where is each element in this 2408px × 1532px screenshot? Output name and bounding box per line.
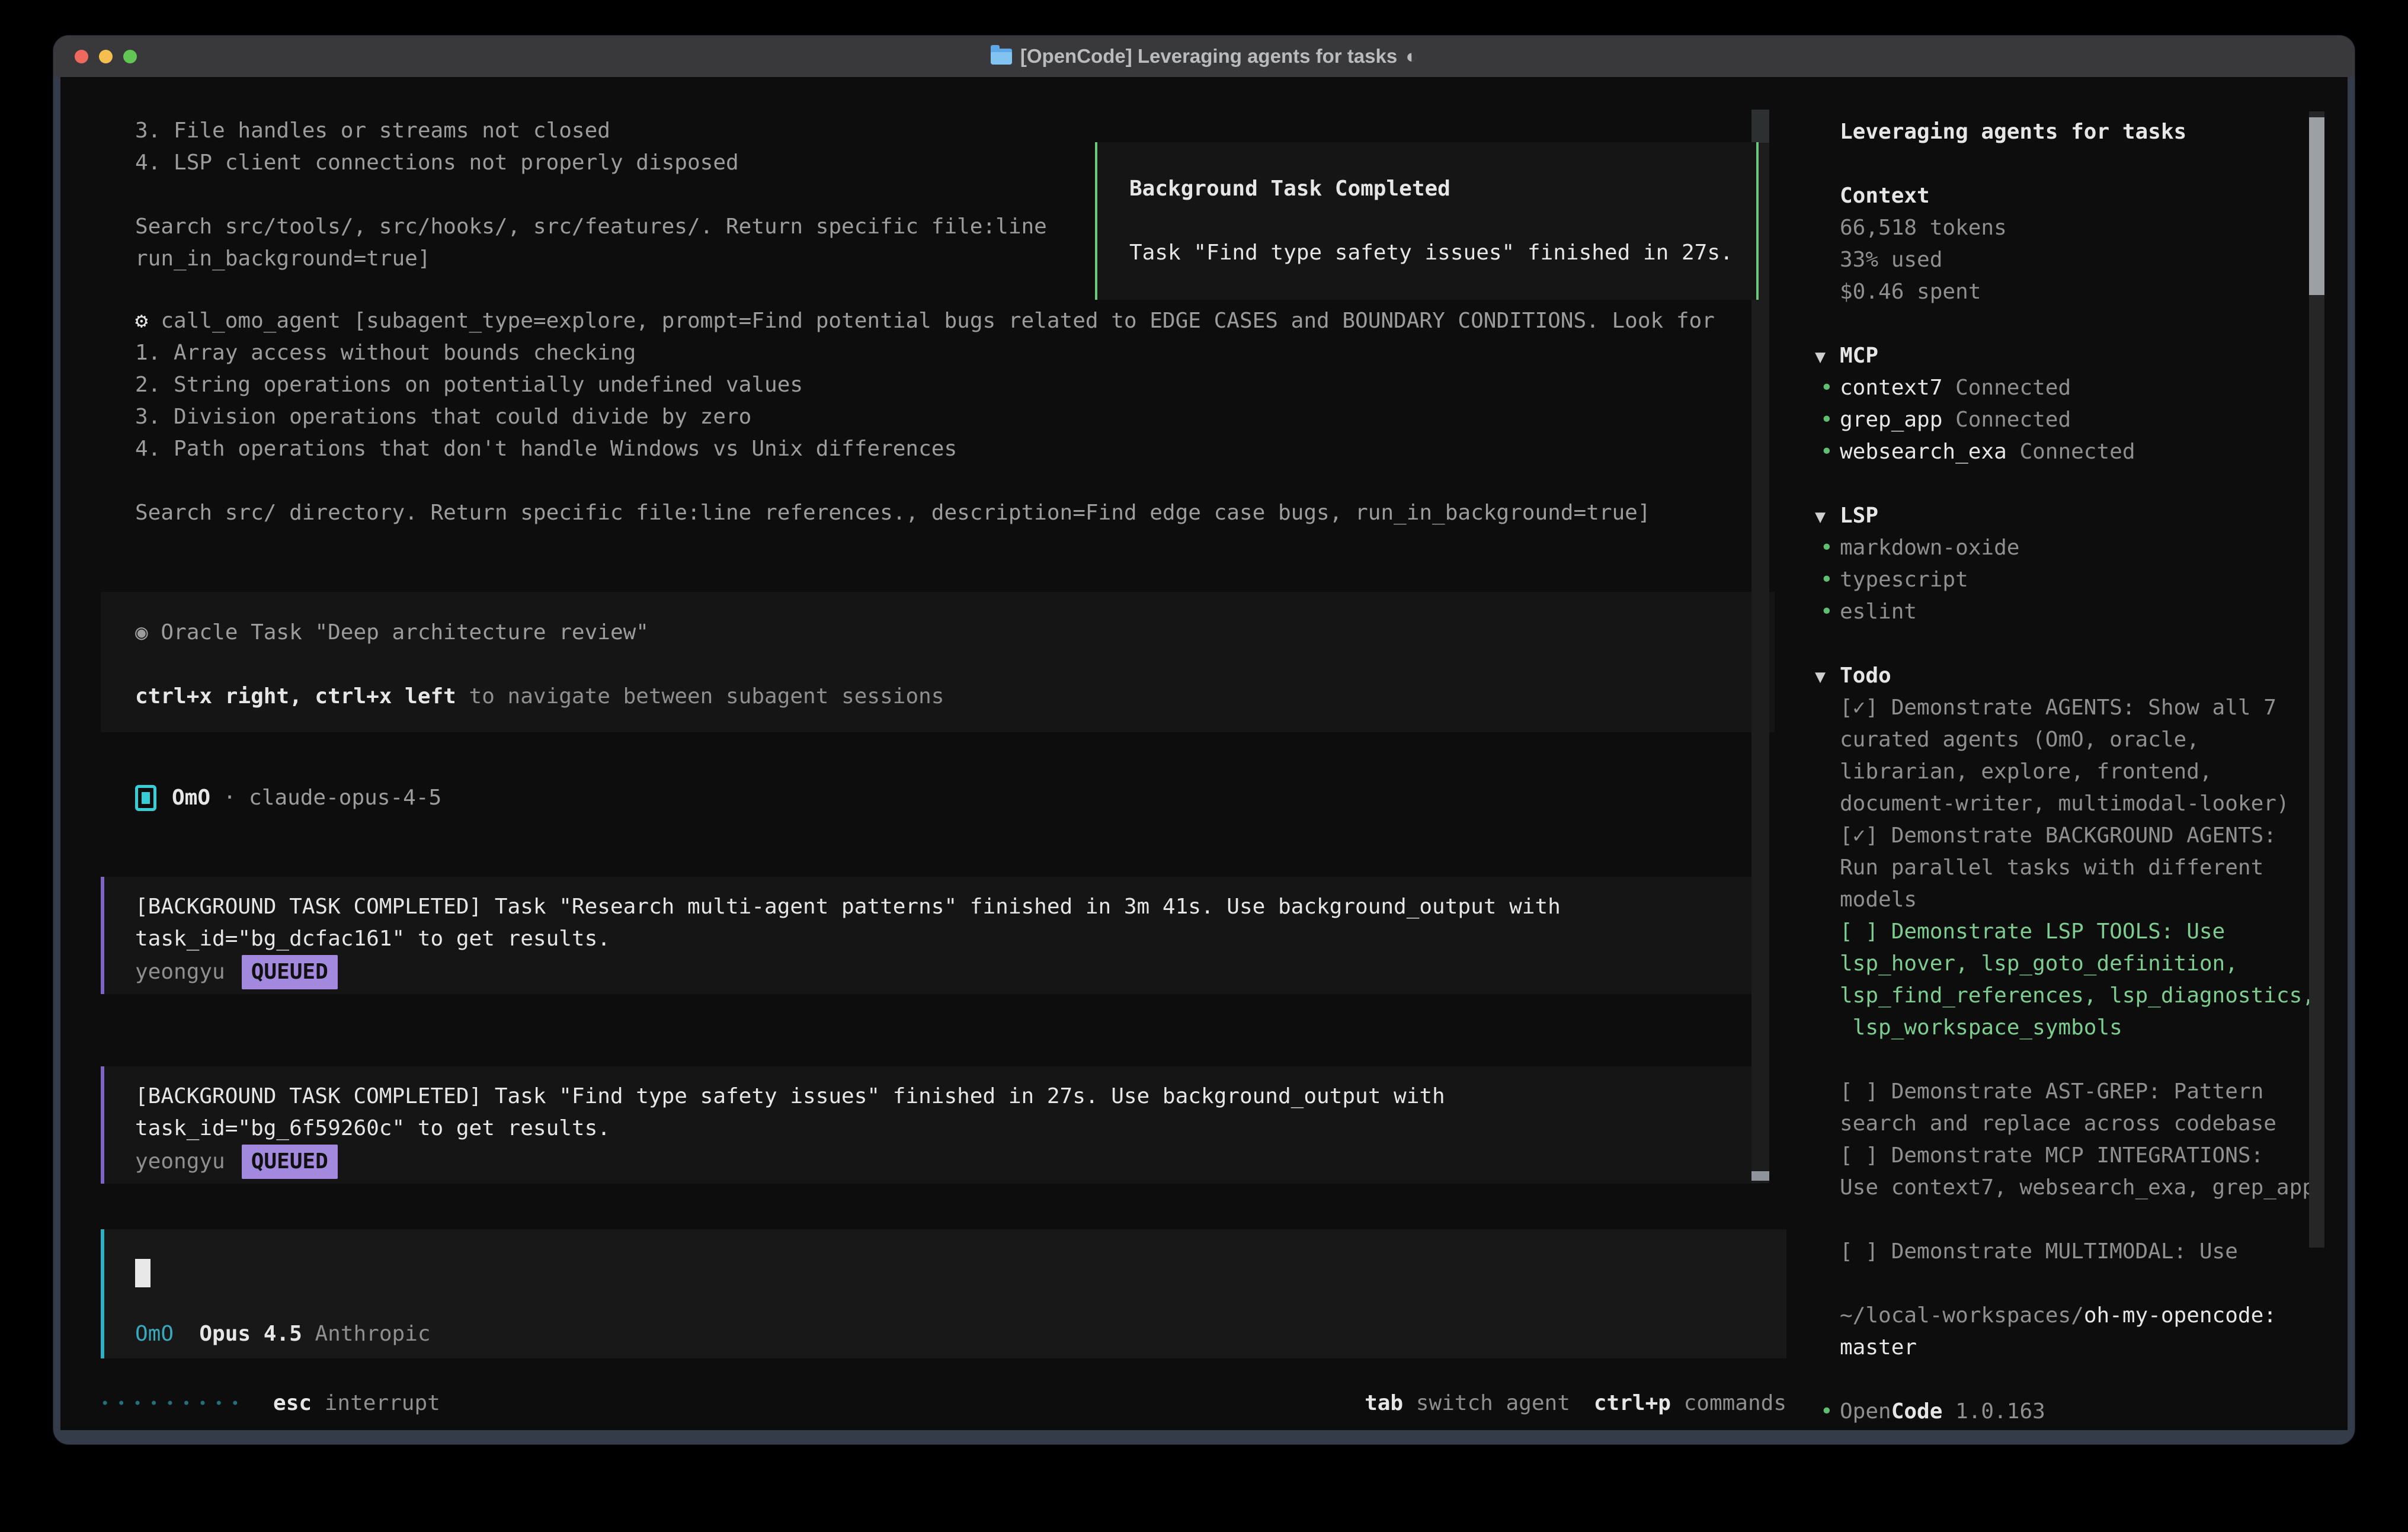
- esc-key-hint: esc: [273, 1391, 312, 1415]
- mcp-item: •context7 Connected: [1801, 372, 2323, 404]
- task-message-line2: task_id="bg_6f59260c" to get results.: [135, 1113, 1762, 1145]
- text-cursor: [135, 1259, 150, 1287]
- tool-call-detail: 1. Array access without bounds checking …: [135, 337, 1651, 529]
- toast-body: Task "Find type safety issues" finished …: [1129, 237, 1756, 269]
- mcp-item: •grep_app Connected: [1801, 404, 2323, 436]
- mcp-section-header[interactable]: ▼MCP: [1801, 340, 2323, 372]
- minimize-button[interactable]: [99, 50, 113, 63]
- task-card: [BACKGROUND TASK COMPLETED] Task "Resear…: [101, 877, 1762, 994]
- sidebar-scrollbar[interactable]: [2309, 111, 2324, 1248]
- bullet-icon: •: [1820, 1396, 1833, 1428]
- input-provider-name: Anthropic: [315, 1322, 430, 1346]
- tool-call-line: ⚙ call_omo_agent [subagent_type=explore,…: [135, 305, 1715, 337]
- app-version: •OpenCode 1.0.163: [1801, 1396, 2323, 1428]
- chevron-down-icon[interactable]: ▼: [1815, 501, 1840, 533]
- queued-badge: QUEUED: [242, 1145, 338, 1179]
- agent-icon: [135, 785, 156, 811]
- input-agent-name: OmO: [135, 1322, 174, 1346]
- sidebar: Leveraging agents for tasks Context 66,5…: [1801, 116, 2323, 1428]
- task-user: yeongyu: [135, 960, 225, 984]
- chat-scrollbar-thumb[interactable]: [1751, 1171, 1769, 1181]
- todo-active-item: [ ] Demonstrate LSP TOOLS: Use lsp_hover…: [1801, 916, 2323, 1044]
- oracle-task-card: ◉ Oracle Task "Deep architecture review"…: [101, 592, 1775, 732]
- record-icon: ◉: [135, 620, 148, 645]
- oracle-task-label: ◉ Oracle Task "Deep architecture review": [135, 617, 1775, 649]
- todo-pending-items: [ ] Demonstrate MULTIMODAL: Use: [1801, 1236, 2323, 1268]
- background-task-toast: Background Task Completed Task "Find typ…: [1095, 142, 1759, 300]
- lsp-item: •typescript: [1801, 564, 2323, 596]
- terminal-screen: 3. File handles or streams not closed 4.…: [60, 77, 2348, 1430]
- titlebar[interactable]: [OpenCode] Leveraging agents for tasks ◐: [53, 36, 2355, 77]
- lsp-item: •eslint: [1801, 596, 2323, 628]
- workspace-path: ~/local-workspaces/oh-my-opencode:: [1801, 1300, 2323, 1332]
- zoom-button[interactable]: [123, 50, 137, 63]
- chevron-down-icon[interactable]: ▼: [1815, 661, 1840, 693]
- prompt-input[interactable]: OmO Opus 4.5 Anthropic: [101, 1229, 1786, 1358]
- subagent-nav-hint: ctrl+x right, ctrl+x left to navigate be…: [135, 681, 1775, 713]
- chat-text-block: 3. File handles or streams not closed 4.…: [135, 115, 1047, 275]
- close-button[interactable]: [75, 50, 88, 63]
- ctrlp-key-hint: ctrl+p: [1594, 1391, 1671, 1415]
- lsp-section-header[interactable]: ▼LSP: [1801, 500, 2323, 532]
- todo-done-items: [✓] Demonstrate AGENTS: Show all 7 curat…: [1801, 692, 2323, 916]
- gear-icon: ⚙: [135, 309, 148, 333]
- chat-scrollbar-top-segment[interactable]: [1751, 110, 1769, 143]
- spinner-icon: ◐: [1405, 45, 1417, 68]
- task-user: yeongyu: [135, 1149, 225, 1174]
- tab-key-hint: tab: [1365, 1391, 1403, 1415]
- activity-dots: •••••••••: [101, 1387, 247, 1419]
- chevron-down-icon[interactable]: ▼: [1815, 341, 1840, 373]
- bullet-icon: •: [1820, 596, 1833, 628]
- bullet-icon: •: [1820, 532, 1833, 564]
- sidebar-scrollbar-thumb[interactable]: [2309, 117, 2324, 295]
- git-branch: master: [1801, 1332, 2323, 1364]
- bullet-icon: •: [1820, 436, 1833, 468]
- session-title: Leveraging agents for tasks: [1801, 116, 2323, 148]
- bullet-icon: •: [1820, 372, 1833, 404]
- window-title: [OpenCode] Leveraging agents for tasks: [1020, 45, 1397, 68]
- todo-section-header[interactable]: ▼Todo: [1801, 660, 2323, 692]
- input-model-name: Opus 4.5: [174, 1322, 315, 1346]
- task-message-line1: [BACKGROUND TASK COMPLETED] Task "Resear…: [135, 891, 1762, 923]
- bullet-icon: •: [1820, 404, 1833, 436]
- agent-name: OmO: [172, 782, 210, 814]
- traffic-lights: [75, 36, 137, 77]
- context-section-label: Context: [1801, 180, 2323, 212]
- terminal-window: [OpenCode] Leveraging agents for tasks ◐…: [53, 36, 2355, 1444]
- lsp-item: •markdown-oxide: [1801, 532, 2323, 564]
- agent-model: · claude-opus-4-5: [210, 782, 441, 814]
- status-bar: ••••••••• esc interrupt tab switch agent…: [101, 1387, 1786, 1419]
- task-message-line1: [BACKGROUND TASK COMPLETED] Task "Find t…: [135, 1081, 1762, 1113]
- agent-header-row: OmO · claude-opus-4-5: [135, 782, 441, 814]
- task-card: [BACKGROUND TASK COMPLETED] Task "Find t…: [101, 1066, 1762, 1184]
- mcp-item: •websearch_exa Connected: [1801, 436, 2323, 468]
- task-message-line2: task_id="bg_dcfac161" to get results.: [135, 923, 1762, 955]
- context-stats: 66,518 tokens 33% used $0.46 spent: [1801, 212, 2323, 308]
- toast-title: Background Task Completed: [1129, 173, 1756, 205]
- model-selector-row[interactable]: OmO Opus 4.5 Anthropic: [135, 1318, 431, 1350]
- todo-pending-items: [ ] Demonstrate AST-GREP: Pattern search…: [1801, 1076, 2323, 1204]
- queued-badge: QUEUED: [242, 955, 338, 989]
- bullet-icon: •: [1820, 564, 1833, 596]
- folder-icon: [991, 49, 1012, 65]
